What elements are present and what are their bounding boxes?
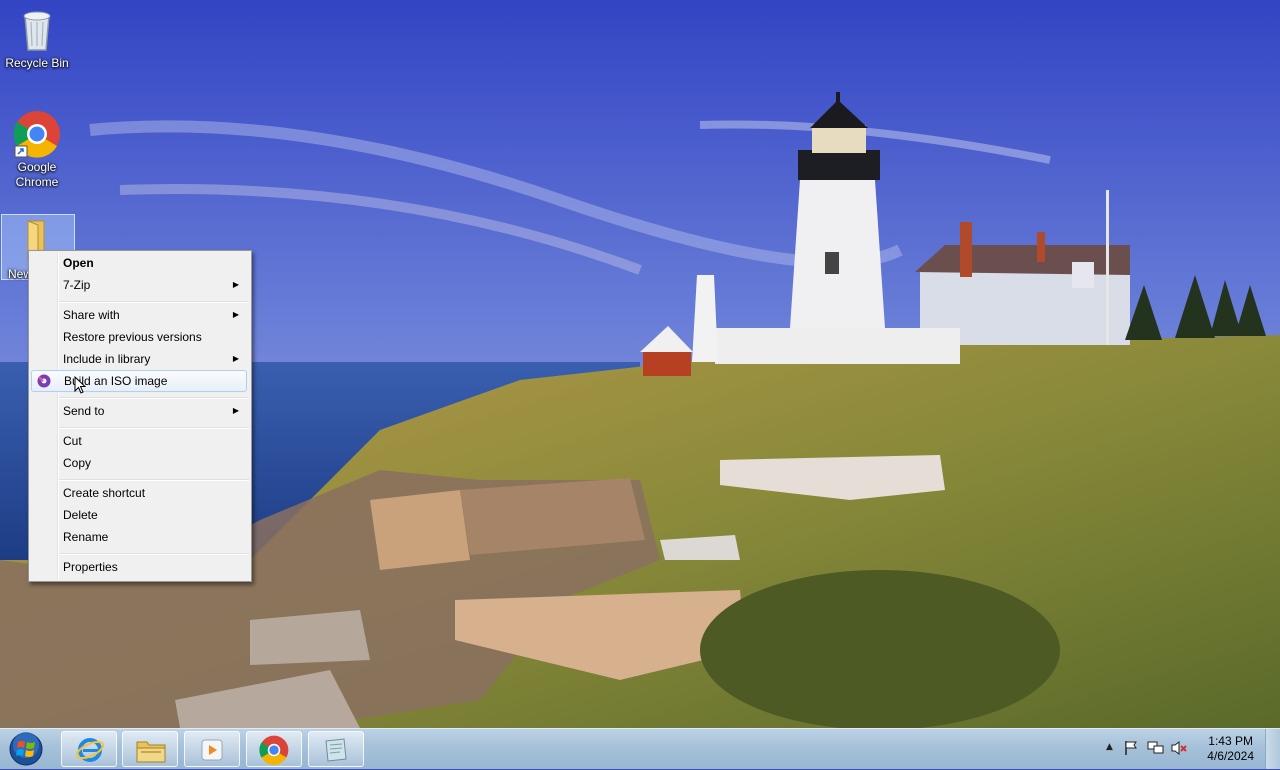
menu-separator xyxy=(59,553,249,555)
recycle-bin-icon xyxy=(13,6,61,54)
menu-item-label: Create shortcut xyxy=(63,486,146,500)
menu-item-open[interactable]: Open xyxy=(31,253,247,273)
internet-explorer-icon xyxy=(75,735,105,768)
menu-item-label: Rename xyxy=(63,530,109,544)
menu-item-cut[interactable]: Cut xyxy=(31,431,247,451)
menu-item-label: Restore previous versions xyxy=(63,330,202,344)
submenu-arrow-icon: ▶ xyxy=(232,406,239,415)
clock-time: 1:43 PM xyxy=(1208,734,1253,748)
menu-item-label: Properties xyxy=(63,560,118,574)
chrome-icon xyxy=(13,110,61,158)
taskbar-chrome[interactable] xyxy=(246,731,302,767)
taskbar: ▲ 1:43 PM 4/6/2024 xyxy=(0,728,1280,769)
menu-item-properties[interactable]: Properties xyxy=(31,557,247,577)
start-button[interactable] xyxy=(6,731,46,767)
menu-item-rename[interactable]: Rename xyxy=(31,527,247,547)
menu-item-label: Include in library xyxy=(63,352,151,366)
menu-item-label: Share with xyxy=(63,308,120,322)
menu-item-7zip[interactable]: 7-Zip ▶ xyxy=(31,275,247,295)
action-center-flag-icon[interactable] xyxy=(1123,740,1139,759)
menu-item-label: Open xyxy=(63,256,94,270)
menu-item-restore-previous-versions[interactable]: Restore previous versions xyxy=(31,327,247,347)
desktop-icon-recycle-bin[interactable]: Recycle Bin xyxy=(0,6,74,71)
menu-item-create-shortcut[interactable]: Create shortcut xyxy=(31,483,247,503)
clock-date: 4/6/2024 xyxy=(1207,749,1254,763)
taskbar-app[interactable] xyxy=(308,731,364,767)
menu-item-include-in-library[interactable]: Include in library ▶ xyxy=(31,349,247,369)
menu-item-label: 7-Zip xyxy=(63,278,91,292)
menu-item-send-to[interactable]: Send to ▶ xyxy=(31,401,247,421)
clock[interactable]: 1:43 PM 4/6/2024 xyxy=(1207,734,1254,764)
taskbar-file-explorer[interactable] xyxy=(122,731,178,767)
network-icon[interactable] xyxy=(1147,740,1165,759)
show-desktop-button[interactable] xyxy=(1265,729,1280,769)
menu-item-label: Send to xyxy=(63,404,105,418)
submenu-arrow-icon: ▶ xyxy=(232,354,239,363)
submenu-arrow-icon: ▶ xyxy=(232,280,239,289)
chrome-icon xyxy=(259,735,289,768)
volume-muted-icon[interactable] xyxy=(1171,740,1189,759)
menu-item-label: Cut xyxy=(63,434,82,448)
taskbar-media-player[interactable] xyxy=(184,731,240,767)
menu-separator xyxy=(59,427,249,429)
system-tray: ▲ 1:43 PM 4/6/2024 xyxy=(1080,729,1280,769)
show-hidden-icons[interactable]: ▲ xyxy=(1106,742,1113,752)
submenu-arrow-icon: ▶ xyxy=(232,310,239,319)
desktop-icon-label: Recycle Bin xyxy=(5,56,69,70)
iso-tool-icon xyxy=(36,373,52,395)
app-icon xyxy=(322,737,350,766)
menu-item-copy[interactable]: Copy xyxy=(31,453,247,473)
menu-item-label: Copy xyxy=(63,456,92,470)
menu-item-share-with[interactable]: Share with ▶ xyxy=(31,305,247,325)
menu-separator xyxy=(59,301,249,303)
menu-item-build-iso-image[interactable]: Build an ISO image xyxy=(31,370,247,395)
context-menu: Open 7-Zip ▶ Share with ▶ Restore previo… xyxy=(28,250,252,582)
media-player-icon xyxy=(199,737,225,766)
taskbar-internet-explorer[interactable] xyxy=(61,731,117,767)
desktop-icon-label: Google Chrome xyxy=(15,160,59,189)
desktop-icon-google-chrome[interactable]: Google Chrome xyxy=(0,110,74,190)
menu-item-delete[interactable]: Delete xyxy=(31,505,247,525)
menu-separator xyxy=(59,397,249,399)
menu-separator xyxy=(59,479,249,481)
file-explorer-icon xyxy=(135,736,167,767)
menu-item-label: Delete xyxy=(63,508,98,522)
